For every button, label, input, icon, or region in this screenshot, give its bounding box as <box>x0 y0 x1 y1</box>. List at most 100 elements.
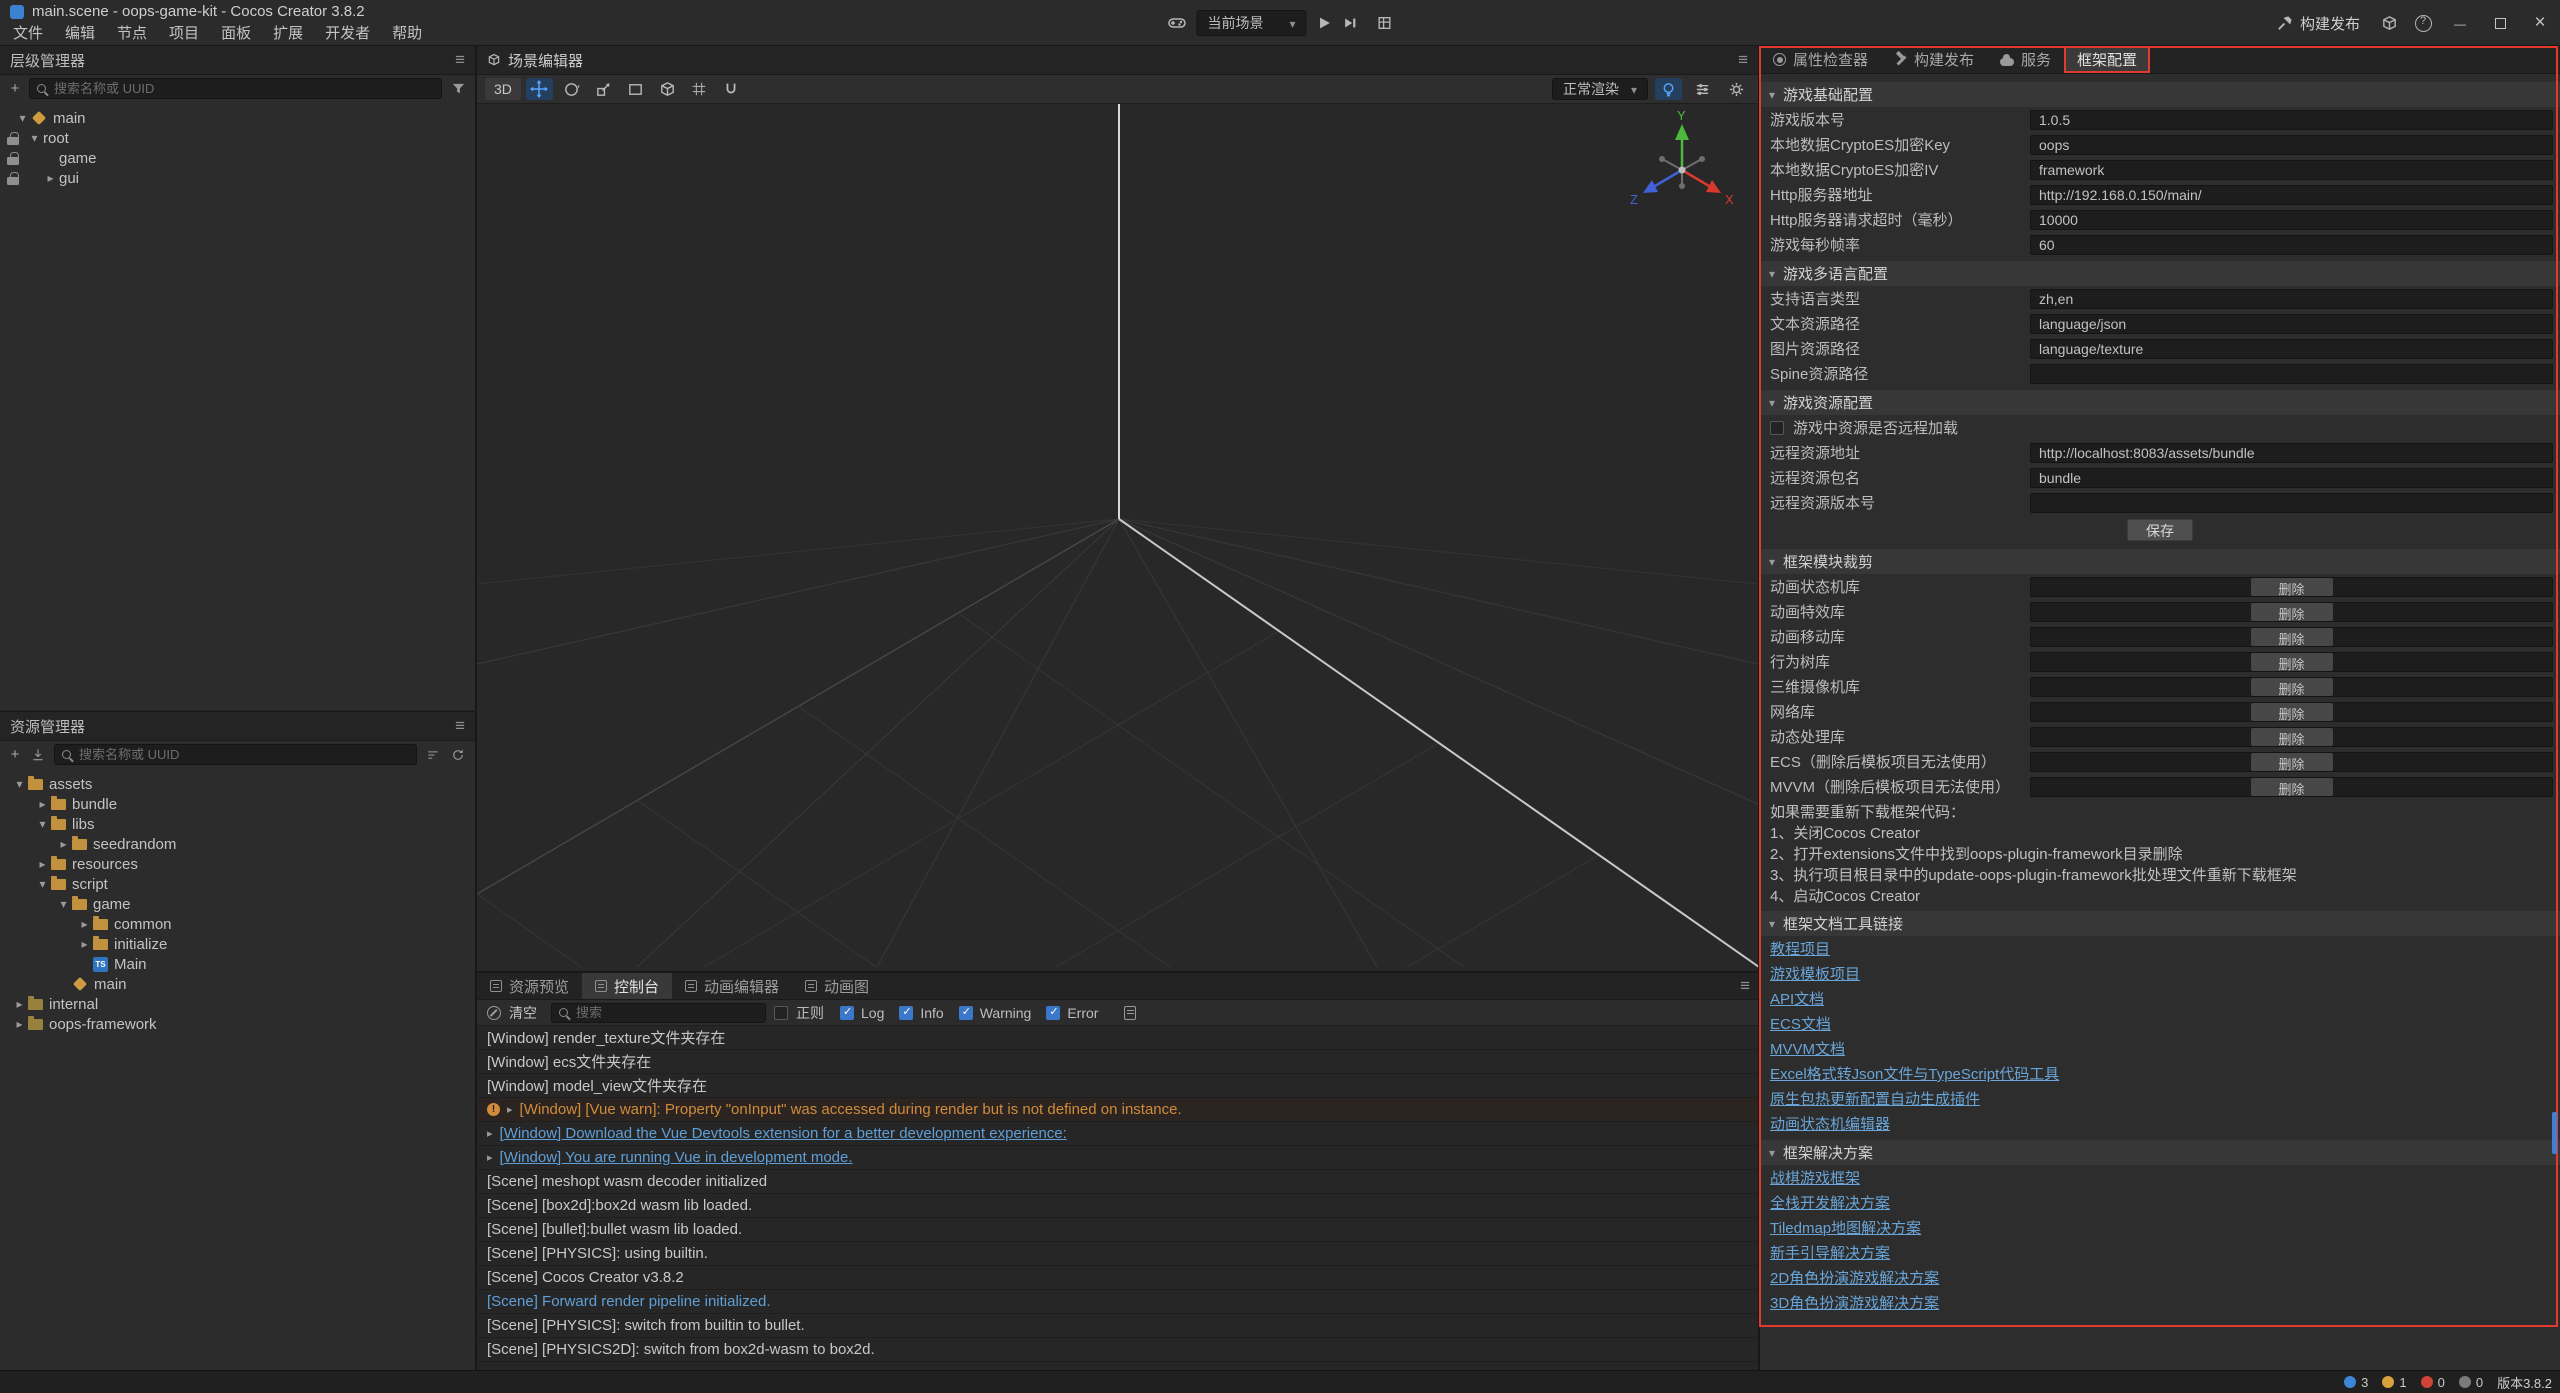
doc-link[interactable]: API文档 <box>1770 988 1824 1009</box>
console-line[interactable]: [Window] model_view文件夹存在 <box>477 1074 1758 1098</box>
magnet-snap-icon[interactable] <box>718 78 745 100</box>
console-line[interactable]: [Scene] Forward render pipeline initiali… <box>477 1290 1758 1314</box>
tree-node[interactable]: assets <box>0 774 475 794</box>
doc-link[interactable]: ECS文档 <box>1770 1013 1831 1034</box>
expand-arrow-icon[interactable] <box>76 937 93 951</box>
filter-checkbox[interactable] <box>840 1006 854 1020</box>
message-counter[interactable]: 0 <box>2459 1375 2483 1390</box>
console-line[interactable]: [Scene] [box2d]:box2d wasm lib loaded. <box>477 1194 1758 1218</box>
solution-link[interactable]: 新手引导解决方案 <box>1770 1242 1890 1263</box>
section-header[interactable]: 框架模块裁剪 <box>1760 549 2560 574</box>
field-input[interactable] <box>2030 185 2553 205</box>
menu-item[interactable]: 项目 <box>158 23 210 45</box>
message-counter[interactable]: 1 <box>2382 1375 2406 1390</box>
help-icon[interactable] <box>2406 0 2440 46</box>
panel-menu-icon[interactable] <box>455 50 465 70</box>
console-line[interactable]: [Scene] meshopt wasm decoder initialized <box>477 1170 1758 1194</box>
maximize-button[interactable] <box>2480 0 2520 46</box>
delete-button[interactable]: 删除 <box>2251 678 2333 696</box>
tree-node[interactable]: game <box>0 894 475 914</box>
solution-link[interactable]: 3D角色扮演游戏解决方案 <box>1770 1292 1939 1313</box>
expand-arrow-icon[interactable] <box>507 1103 513 1116</box>
tree-node[interactable]: libs <box>0 814 475 834</box>
tree-node[interactable]: script <box>0 874 475 894</box>
import-icon[interactable] <box>29 746 47 764</box>
clear-button-label[interactable]: 清空 <box>509 1003 537 1023</box>
scene-select-dropdown[interactable]: 当前场景 <box>1196 10 1306 36</box>
package-icon[interactable] <box>2372 0 2406 46</box>
inspector-tab[interactable]: 属性检查器 <box>1760 46 1881 73</box>
delete-button[interactable]: 删除 <box>2251 778 2333 796</box>
gizmo-space-icon[interactable] <box>654 78 681 100</box>
expand-arrow-icon[interactable] <box>34 817 51 831</box>
expand-arrow-icon[interactable] <box>14 111 31 125</box>
tree-node[interactable]: common <box>0 914 475 934</box>
grid-snap-icon[interactable] <box>686 78 713 100</box>
menu-item[interactable]: 面板 <box>210 23 262 45</box>
console-line[interactable]: [Scene] [PHYSICS2D]: switch from box2d-w… <box>477 1338 1758 1362</box>
camera-settings-icon[interactable] <box>1689 78 1716 100</box>
menu-item[interactable]: 编辑 <box>54 23 106 45</box>
doc-link[interactable]: 原生包热更新配置自动生成插件 <box>1770 1088 1980 1109</box>
expand-arrow-icon[interactable] <box>11 777 28 791</box>
field-input[interactable] <box>2030 110 2553 130</box>
expand-arrow-icon[interactable] <box>11 1017 28 1031</box>
section-header[interactable]: 框架解决方案 <box>1760 1140 2560 1165</box>
field-input[interactable] <box>2030 160 2553 180</box>
section-header[interactable]: 游戏基础配置 <box>1760 82 2560 107</box>
tree-node[interactable]: internal <box>0 994 475 1014</box>
tree-node[interactable]: main <box>0 974 475 994</box>
field-input[interactable] <box>2030 314 2553 334</box>
expand-arrow-icon[interactable] <box>34 857 51 871</box>
section-header[interactable]: 游戏多语言配置 <box>1760 261 2560 286</box>
console-line[interactable]: [Window] ecs文件夹存在 <box>477 1050 1758 1074</box>
filter-checkbox[interactable] <box>959 1006 973 1020</box>
scrollbar-thumb[interactable] <box>2552 1112 2557 1154</box>
expand-arrow-icon[interactable] <box>76 917 93 931</box>
tree-node[interactable]: oops-framework <box>0 1014 475 1034</box>
tree-node[interactable]: bundle <box>0 794 475 814</box>
tree-node[interactable]: resources <box>0 854 475 874</box>
message-counter[interactable]: 3 <box>2344 1375 2368 1390</box>
panel-menu-icon[interactable] <box>1740 976 1750 996</box>
field-input[interactable] <box>2030 493 2553 513</box>
lock-icon[interactable] <box>7 132 19 145</box>
axis-gizmo[interactable]: Y X Z <box>1622 108 1742 228</box>
expand-arrow-icon[interactable] <box>55 897 72 911</box>
refresh-icon[interactable] <box>449 746 467 764</box>
menu-item[interactable]: 文件 <box>2 23 54 45</box>
add-node-icon[interactable] <box>8 80 22 97</box>
delete-button[interactable]: 删除 <box>2251 603 2333 621</box>
menu-item[interactable]: 扩展 <box>262 23 314 45</box>
menu-item[interactable]: 节点 <box>106 23 158 45</box>
step-button[interactable] <box>1343 15 1359 31</box>
clear-icon[interactable] <box>487 1006 501 1020</box>
expand-arrow-icon[interactable] <box>34 877 51 891</box>
solution-link[interactable]: 全栈开发解决方案 <box>1770 1192 1890 1213</box>
render-mode-dropdown[interactable]: 正常渲染 <box>1552 78 1648 100</box>
field-input[interactable] <box>2030 289 2553 309</box>
hierarchy-search[interactable] <box>29 78 442 99</box>
console-line[interactable]: [Window] You are running Vue in developm… <box>477 1146 1758 1170</box>
field-input[interactable] <box>2030 443 2553 463</box>
remote-load-checkbox[interactable] <box>1770 421 1784 435</box>
console-search[interactable] <box>551 1003 766 1023</box>
delete-button[interactable]: 删除 <box>2251 578 2333 596</box>
build-publish-button[interactable]: 构建发布 <box>2264 0 2372 46</box>
move-tool-icon[interactable] <box>526 78 553 100</box>
delete-button[interactable]: 删除 <box>2251 753 2333 771</box>
expand-arrow-icon[interactable] <box>487 1127 493 1140</box>
assets-search[interactable] <box>54 744 417 765</box>
expand-arrow-icon[interactable] <box>42 171 59 185</box>
lock-icon[interactable] <box>7 172 19 185</box>
field-input[interactable] <box>2030 135 2553 155</box>
projection-toggle[interactable]: 3D <box>485 78 521 100</box>
filter-checkbox[interactable] <box>899 1006 913 1020</box>
console-tab[interactable]: 动画图 <box>792 973 882 999</box>
log-file-icon[interactable] <box>1124 1006 1136 1020</box>
tree-node[interactable]: Main <box>0 954 475 974</box>
doc-link[interactable]: 动画状态机编辑器 <box>1770 1113 1890 1134</box>
save-button[interactable]: 保存 <box>2127 519 2193 541</box>
tree-node[interactable]: gui <box>0 168 475 188</box>
add-asset-icon[interactable] <box>8 746 22 763</box>
